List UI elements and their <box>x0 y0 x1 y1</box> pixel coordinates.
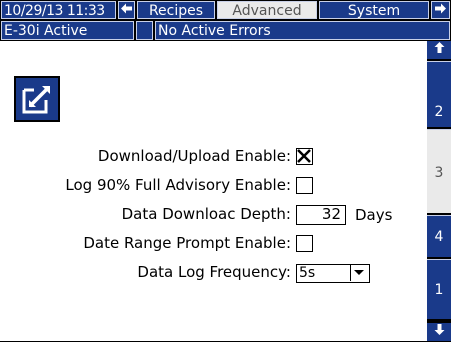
log-frequency-value: 5s <box>299 265 316 281</box>
page-down-button[interactable] <box>427 323 451 341</box>
arrow-left-icon <box>120 2 133 18</box>
tab-system[interactable]: System <box>319 1 429 19</box>
tab-advanced[interactable]: Advanced <box>217 1 317 19</box>
arrow-down-icon <box>433 324 446 340</box>
tab-right-arrow-button[interactable] <box>431 1 450 19</box>
download-depth-input[interactable]: 32 <box>296 205 346 225</box>
download-upload-label: Download/Upload Enable: <box>97 147 291 165</box>
status-indicator <box>136 21 153 40</box>
active-unit-status: E-30i Active <box>1 21 134 40</box>
download-upload-checkbox[interactable] <box>296 148 313 165</box>
page-1-button[interactable]: 1 <box>427 259 451 319</box>
dropdown-arrow-icon[interactable] <box>350 265 369 281</box>
arrow-up-icon <box>433 42 446 58</box>
datetime-display: 10/29/13 11:33 <box>1 1 116 19</box>
arrow-right-icon <box>434 2 447 18</box>
tab-left-arrow-button[interactable] <box>118 1 135 19</box>
edit-mode-button[interactable] <box>14 76 60 122</box>
log-frequency-label: Data Log Frequency: <box>137 263 291 281</box>
page-4-button[interactable]: 4 <box>427 215 451 257</box>
page-2-button[interactable]: 2 <box>427 61 451 127</box>
log90-checkbox[interactable] <box>296 177 313 194</box>
checkmark-x-icon <box>297 149 311 163</box>
date-range-label: Date Range Prompt Enable: <box>83 234 291 252</box>
download-depth-label: Data Downloac Depth: <box>121 205 291 223</box>
page-up-button[interactable] <box>427 41 451 59</box>
page-3-button[interactable]: 3 <box>427 129 451 213</box>
tab-recipes[interactable]: Recipes <box>137 1 215 19</box>
status-bar: E-30i Active No Active Errors <box>0 21 451 41</box>
download-depth-unit: Days <box>355 206 393 224</box>
page-side-nav: 2 3 4 1 <box>427 41 451 341</box>
error-status: No Active Errors <box>155 21 450 40</box>
top-bar: 10/29/13 11:33 Recipes Advanced System <box>0 0 451 21</box>
date-range-checkbox[interactable] <box>296 235 313 252</box>
log-frequency-select[interactable]: 5s <box>296 264 370 283</box>
advanced-settings-panel: Download/Upload Enable: Log 90% Full Adv… <box>0 41 427 341</box>
log90-label: Log 90% Full Advisory Enable: <box>65 176 291 194</box>
